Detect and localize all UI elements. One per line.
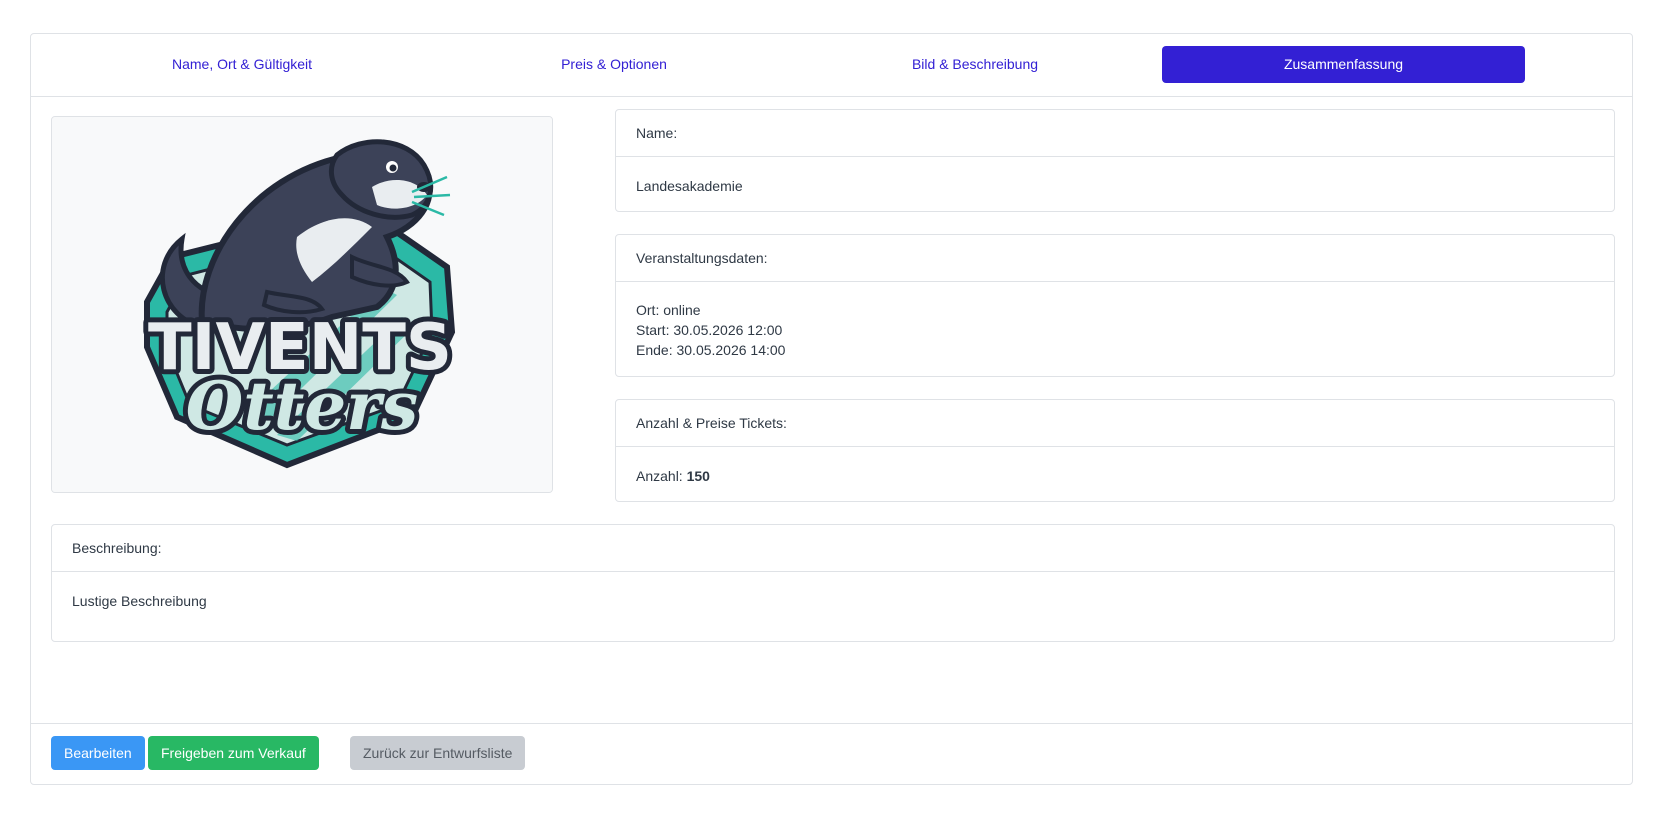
tickets-card-header: Anzahl & Preise Tickets: xyxy=(616,400,1614,447)
release-for-sale-button[interactable]: Freigeben zum Verkauf xyxy=(148,736,319,770)
tickets-card: Anzahl & Preise Tickets: Anzahl: 150 xyxy=(615,399,1615,502)
tab-summary[interactable]: Zusammenfassung xyxy=(1162,46,1525,83)
event-end: Ende: 30.05.2026 14:00 xyxy=(636,342,786,358)
wizard-step-nav: Name, Ort & Gültigkeit Preis & Optionen … xyxy=(31,34,1632,97)
wizard-footer: Bearbeiten Freigeben zum Verkauf Zurück … xyxy=(31,723,1632,784)
ticket-count: Anzahl: 150 xyxy=(636,466,1594,487)
description-card: Beschreibung: Lustige Beschreibung xyxy=(51,524,1615,642)
description-card-header: Beschreibung: xyxy=(52,525,1614,572)
event-wizard-card: Name, Ort & Gültigkeit Preis & Optionen … xyxy=(30,33,1633,785)
tab-price-options[interactable]: Preis & Optionen xyxy=(422,46,806,83)
event-start: Start: 30.05.2026 12:00 xyxy=(636,322,783,338)
event-name-value: Landesakademie xyxy=(636,178,743,194)
event-location: Ort: online xyxy=(636,302,701,318)
back-to-drafts-button[interactable]: Zurück zur Entwurfsliste xyxy=(350,736,526,770)
edit-button[interactable]: Bearbeiten xyxy=(51,736,145,770)
name-card-header: Name: xyxy=(616,110,1614,157)
otter-logo-image: TIVENTS TIVENTS Otters Otters xyxy=(52,117,552,492)
description-text: Lustige Beschreibung xyxy=(72,593,207,609)
logo-text-line2-fill: Otters xyxy=(186,367,418,445)
event-image: TIVENTS TIVENTS Otters Otters xyxy=(51,116,553,493)
tab-name-location-validity[interactable]: Name, Ort & Gültigkeit xyxy=(50,46,434,83)
event-data-card-header: Veranstaltungsdaten: xyxy=(616,235,1614,282)
ticket-count-label: Anzahl: xyxy=(636,468,687,484)
event-data-card: Veranstaltungsdaten: Ort: online Start: … xyxy=(615,234,1615,377)
ticket-count-value: 150 xyxy=(686,468,710,484)
tab-image-description[interactable]: Bild & Beschreibung xyxy=(783,46,1167,83)
name-card: Name: Landesakademie xyxy=(615,109,1615,212)
